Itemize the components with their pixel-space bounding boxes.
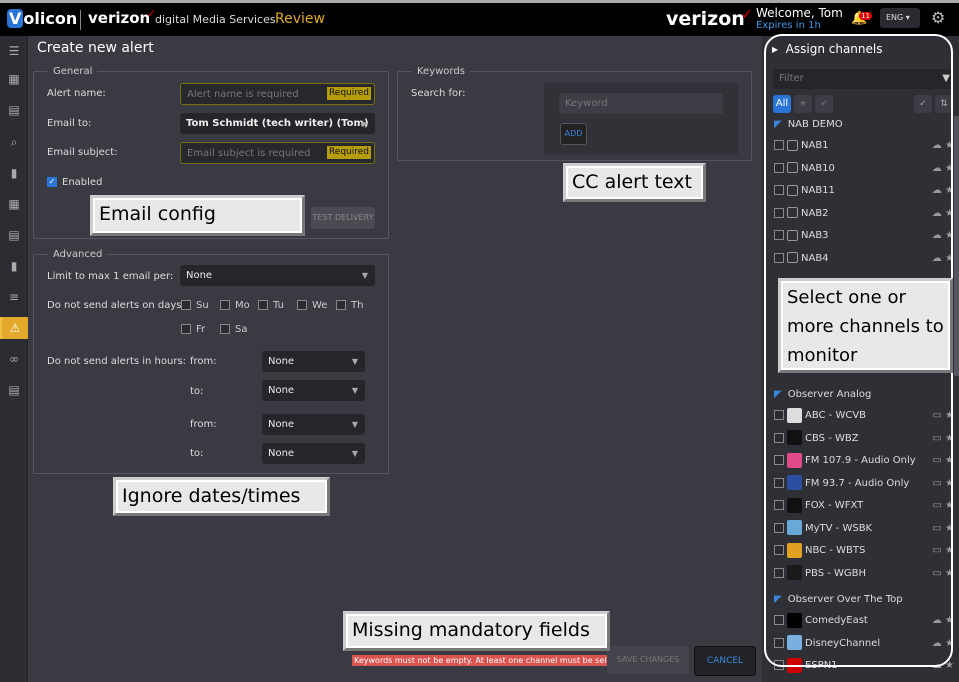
- day-checkbox-fr[interactable]: Fr: [181, 324, 205, 335]
- notes-icon[interactable]: ▤: [0, 99, 28, 121]
- table-icon[interactable]: ▦: [0, 193, 28, 215]
- from-hour-select-2[interactable]: None ▼: [262, 414, 365, 435]
- test-delivery-button[interactable]: TEST DELIVERY: [311, 207, 375, 229]
- keywords-legend: Keywords: [417, 66, 465, 77]
- add-keyword-button[interactable]: ADD: [560, 123, 587, 145]
- partner-subtitle: digital Media Services: [155, 13, 276, 26]
- search-icon[interactable]: ⌕: [0, 131, 28, 153]
- callout-email-config: Email config: [90, 195, 305, 236]
- verizon-logo: verizon: [88, 9, 151, 27]
- callout-ignore-dates: Ignore dates/times: [113, 477, 330, 516]
- from-label-2: from:: [190, 419, 217, 430]
- day-checkbox-we[interactable]: We: [297, 300, 327, 311]
- session-expiry: Expires in 1h: [756, 20, 821, 31]
- header-divider: [80, 10, 81, 30]
- hours-label: Do not send alerts in hours:: [47, 356, 187, 367]
- sidebar: ☰ ▦ ▤ ⌕ ▮ ▦ ▤ ▮ ≡ ⚠ ∞ ▤: [0, 36, 28, 682]
- limit-label: Limit to max 1 email per:: [47, 271, 174, 282]
- email-subject-label: Email subject:: [47, 147, 118, 158]
- grid-icon[interactable]: ▤: [0, 224, 28, 246]
- film-icon[interactable]: ▦: [0, 68, 28, 90]
- advanced-legend: Advanced: [53, 249, 103, 260]
- email-to-select[interactable]: Tom Schmidt (tech writer) (Tom) ▶: [180, 113, 375, 134]
- limit-select[interactable]: None ▼: [180, 265, 375, 286]
- days-label: Do not send alerts on days:: [47, 300, 185, 311]
- save-changes-button[interactable]: SAVE CHANGES: [607, 646, 689, 674]
- to-label: to:: [190, 386, 204, 397]
- email-to-label: Email to:: [47, 118, 92, 129]
- required-badge: Required: [326, 146, 371, 159]
- day-checkbox-sa[interactable]: Sa: [220, 324, 247, 335]
- list-icon[interactable]: ≡: [0, 286, 28, 308]
- alert-icon[interactable]: ⚠: [0, 317, 28, 339]
- day-checkbox-su[interactable]: Su: [181, 300, 209, 311]
- bookmark-icon[interactable]: ▮: [0, 162, 28, 184]
- welcome-text: Welcome, Tom: [756, 6, 843, 20]
- mode-label: Review: [275, 11, 325, 27]
- menu-icon[interactable]: ☰: [0, 40, 28, 62]
- notifications-bell-icon[interactable]: 🔔11: [851, 11, 872, 26]
- required-badge: Required: [326, 87, 371, 100]
- general-legend: General: [53, 66, 93, 77]
- callout-cc-alert-text: CC alert text: [563, 163, 706, 202]
- notification-count: 11: [859, 12, 872, 20]
- layout-icon[interactable]: ▤: [0, 379, 28, 401]
- volicon-logo: Volicon: [7, 9, 77, 28]
- settings-gear-icon[interactable]: ⚙: [931, 8, 945, 27]
- channel-scrollbar[interactable]: [954, 116, 959, 376]
- from-label: from:: [190, 356, 217, 367]
- language-select[interactable]: ENG ▾: [880, 8, 920, 28]
- callout-select-channels: Select one or more channels to monitor: [778, 278, 953, 373]
- error-message: Keywords must not be empty. At least one…: [352, 655, 631, 666]
- enabled-checkbox[interactable]: ✓ Enabled: [47, 177, 102, 188]
- search-for-label: Search for:: [411, 88, 466, 99]
- to-hour-select[interactable]: None ▼: [262, 380, 365, 401]
- callout-missing-fields: Missing mandatory fields: [343, 611, 610, 651]
- from-hour-select[interactable]: None ▼: [262, 351, 365, 372]
- alert-name-label: Alert name:: [47, 88, 106, 99]
- day-checkbox-mo[interactable]: Mo: [220, 300, 250, 311]
- to-label-2: to:: [190, 448, 204, 459]
- bar-chart-icon[interactable]: ▮: [0, 255, 28, 277]
- verizon-logo-right: verizon: [666, 8, 745, 30]
- page-title: Create new alert: [37, 40, 154, 56]
- keyword-input[interactable]: Keyword: [559, 93, 723, 114]
- header: Volicon verizon ✓ digital Media Services…: [0, 3, 959, 36]
- cancel-button[interactable]: CANCEL: [694, 646, 756, 676]
- to-hour-select-2[interactable]: None ▼: [262, 443, 365, 464]
- voicemail-icon[interactable]: ∞: [0, 348, 28, 370]
- day-checkbox-th[interactable]: Th: [336, 300, 363, 311]
- day-checkbox-tu[interactable]: Tu: [258, 300, 284, 311]
- alert-name-input[interactable]: Alert name is required Required: [180, 83, 375, 105]
- email-subject-input[interactable]: Email subject is required Required: [180, 142, 375, 164]
- verizon-check-icon: ✓: [741, 7, 753, 23]
- brand-name: Volicon: [9, 9, 78, 28]
